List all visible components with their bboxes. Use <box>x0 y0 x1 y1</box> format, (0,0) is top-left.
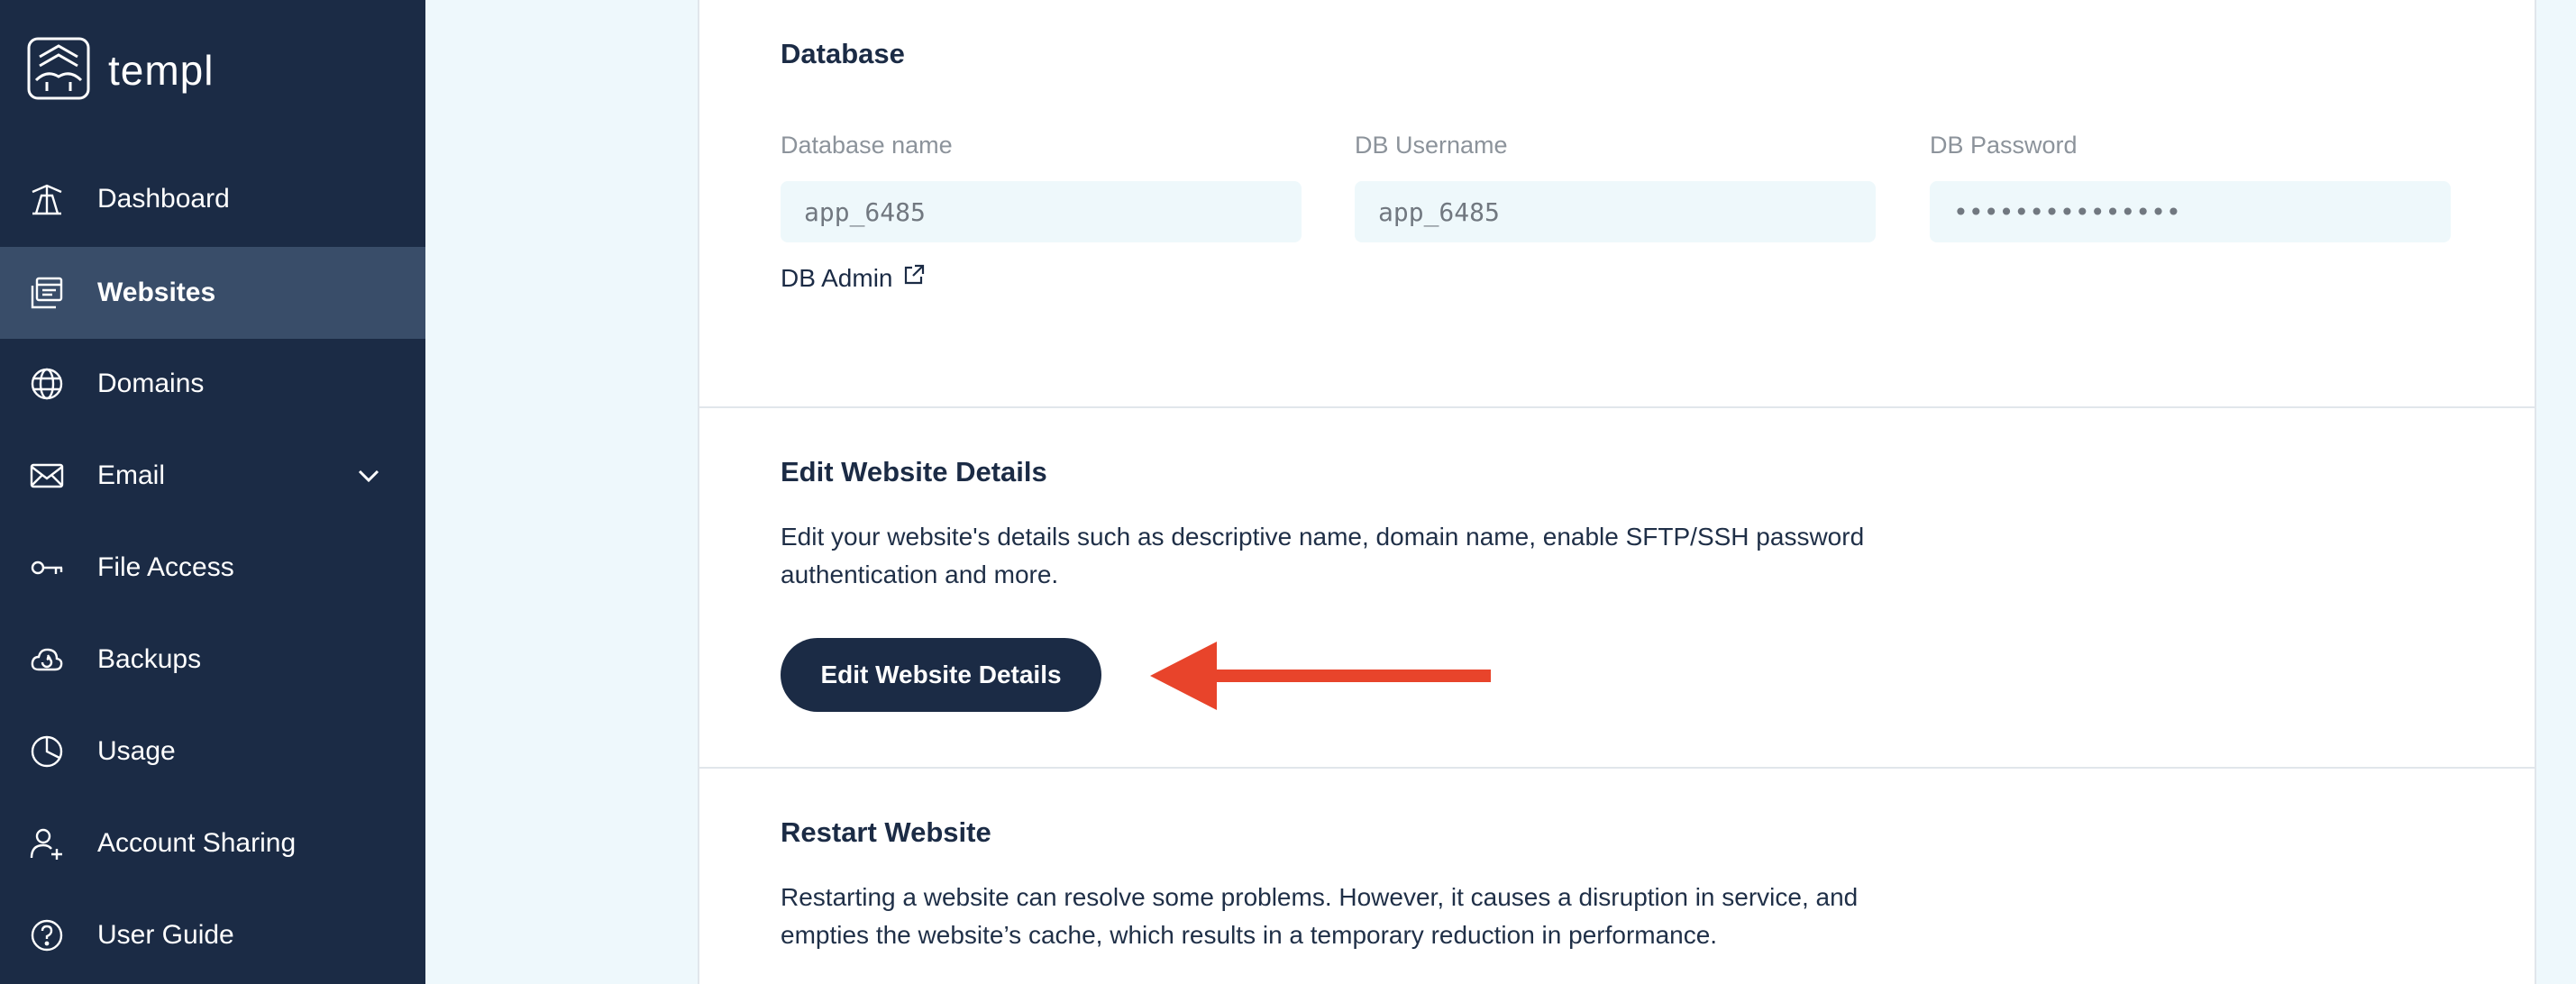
sidebar-item-account-sharing[interactable]: Account Sharing <box>0 797 425 889</box>
globe-www-icon <box>29 366 65 402</box>
db-username-label: DB Username <box>1355 132 1508 159</box>
edit-website-details-button[interactable]: Edit Website Details <box>781 638 1101 712</box>
sidebar-item-label: File Access <box>97 552 234 582</box>
brand-name: templ <box>108 47 215 94</box>
sidebar-item-label: Account Sharing <box>97 828 297 858</box>
restart-website-description: Restarting a website can resolve some pr… <box>781 883 1859 949</box>
cloud-backup-icon <box>29 642 65 678</box>
user-plus-icon <box>29 825 65 861</box>
sidebar-item-label: Websites <box>97 278 216 307</box>
db-username-field[interactable]: app_6485 <box>1355 181 1876 242</box>
database-name-label: Database name <box>781 132 953 159</box>
sidebar-item-label: Dashboard <box>97 184 230 214</box>
db-admin-link[interactable]: DB Admin <box>781 264 926 293</box>
templ-logo-icon <box>27 37 90 105</box>
sidebar-item-backups[interactable]: Backups <box>0 614 425 706</box>
sidebar-item-label: Backups <box>97 644 202 674</box>
restart-website-title: Restart Website <box>781 816 991 848</box>
websites-icon <box>29 275 65 311</box>
chevron-down-icon[interactable] <box>355 462 382 489</box>
sidebar-item-label: User Guide <box>97 920 234 950</box>
sidebar-item-user-guide[interactable]: User Guide <box>0 889 425 981</box>
db-password-label: DB Password <box>1930 132 2078 159</box>
dashboard-icon <box>29 181 65 217</box>
section-divider <box>698 406 2536 408</box>
sidebar-item-email[interactable]: Email <box>0 430 425 522</box>
sidebar-item-usage[interactable]: Usage <box>0 706 425 797</box>
sidebar-item-websites[interactable]: Websites <box>0 247 425 339</box>
sidebar-item-label: Usage <box>97 736 176 766</box>
sidebar-item-domains[interactable]: Domains <box>0 338 425 430</box>
db-admin-link-label: DB Admin <box>781 264 893 292</box>
database-name-field[interactable]: app_6485 <box>781 181 1302 242</box>
sidebar: templ Dashboard Websites Domains Email F… <box>0 0 425 984</box>
database-section-title: Database <box>781 38 905 69</box>
edit-details-title: Edit Website Details <box>781 456 1047 487</box>
section-divider <box>698 767 2536 769</box>
pie-chart-icon <box>29 733 65 770</box>
key-icon <box>29 550 65 586</box>
question-circle-icon <box>29 917 65 953</box>
sidebar-item-label: Email <box>97 460 166 490</box>
sidebar-item-dashboard[interactable]: Dashboard <box>0 153 425 245</box>
brand-logo[interactable]: templ <box>27 37 215 105</box>
sidebar-item-file-access[interactable]: File Access <box>0 522 425 614</box>
sidebar-item-label: Domains <box>97 369 205 398</box>
annotation-arrow <box>1150 642 1491 710</box>
external-link-icon <box>893 264 926 293</box>
envelope-icon <box>29 458 65 494</box>
edit-details-description: Edit your website's details such as desc… <box>781 523 1865 588</box>
db-password-field[interactable]: ••••••••••••••• <box>1930 181 2451 242</box>
